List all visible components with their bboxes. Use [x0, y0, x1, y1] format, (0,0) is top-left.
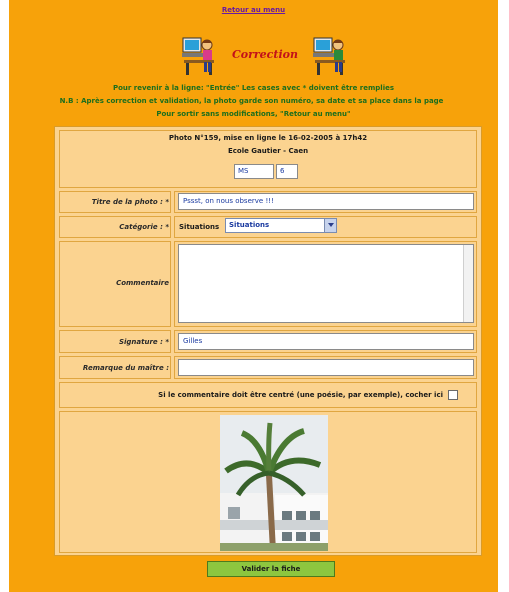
center-comment-label: Si le commentaire doit être centré (une … — [158, 391, 443, 399]
comment-scrollbar[interactable] — [463, 245, 473, 322]
info-line-exit: Pour sortir sans modifications, "Retour … — [156, 110, 351, 118]
signature-label: Signature : * — [118, 338, 169, 346]
center-comment-checkbox[interactable] — [448, 390, 458, 400]
category-label: Catégorie : * — [119, 223, 169, 231]
comment-label: Commentaire — [116, 279, 169, 287]
signature-input[interactable]: Gilles — [178, 333, 474, 350]
category-prefix: Situations — [179, 223, 220, 231]
teacher-remark-label: Remarque du maître : — [82, 364, 169, 372]
palm-tree-photo — [220, 415, 328, 551]
page-background: Retour au menu Correction Pour revenir à… — [9, 0, 498, 592]
school-name: Ecole Gautier - Caen — [227, 147, 309, 155]
category-select[interactable]: Situations — [225, 218, 337, 233]
child-at-computer-icon — [313, 37, 345, 75]
back-to-menu-link[interactable]: Retour au menu — [9, 6, 498, 14]
info-line-nb: N.B : Après correction et validation, la… — [59, 97, 444, 105]
title-input[interactable]: Pssst, on nous observe !!! — [178, 193, 474, 210]
teacher-remark-input[interactable] — [178, 359, 474, 376]
child-at-computer-icon — [182, 37, 214, 75]
chevron-down-icon[interactable] — [324, 219, 336, 232]
submit-button[interactable]: Valider la fiche — [207, 561, 335, 577]
comment-textarea[interactable] — [178, 244, 474, 323]
title-row: Correction — [9, 36, 498, 78]
page-title: Correction — [232, 48, 298, 61]
number-field[interactable]: 6 — [276, 164, 298, 179]
title-label: Titre de la photo : * — [91, 198, 169, 206]
info-line-required: Pour revenir à la ligne: "Entrée" Les ca… — [112, 84, 395, 92]
class-field[interactable]: MS — [234, 164, 274, 179]
correction-form: Photo N°159, mise en ligne le 16-02-2005… — [54, 126, 482, 556]
photo-info-line: Photo N°159, mise en ligne le 16-02-2005… — [168, 134, 368, 142]
category-select-value: Situations — [229, 221, 270, 229]
